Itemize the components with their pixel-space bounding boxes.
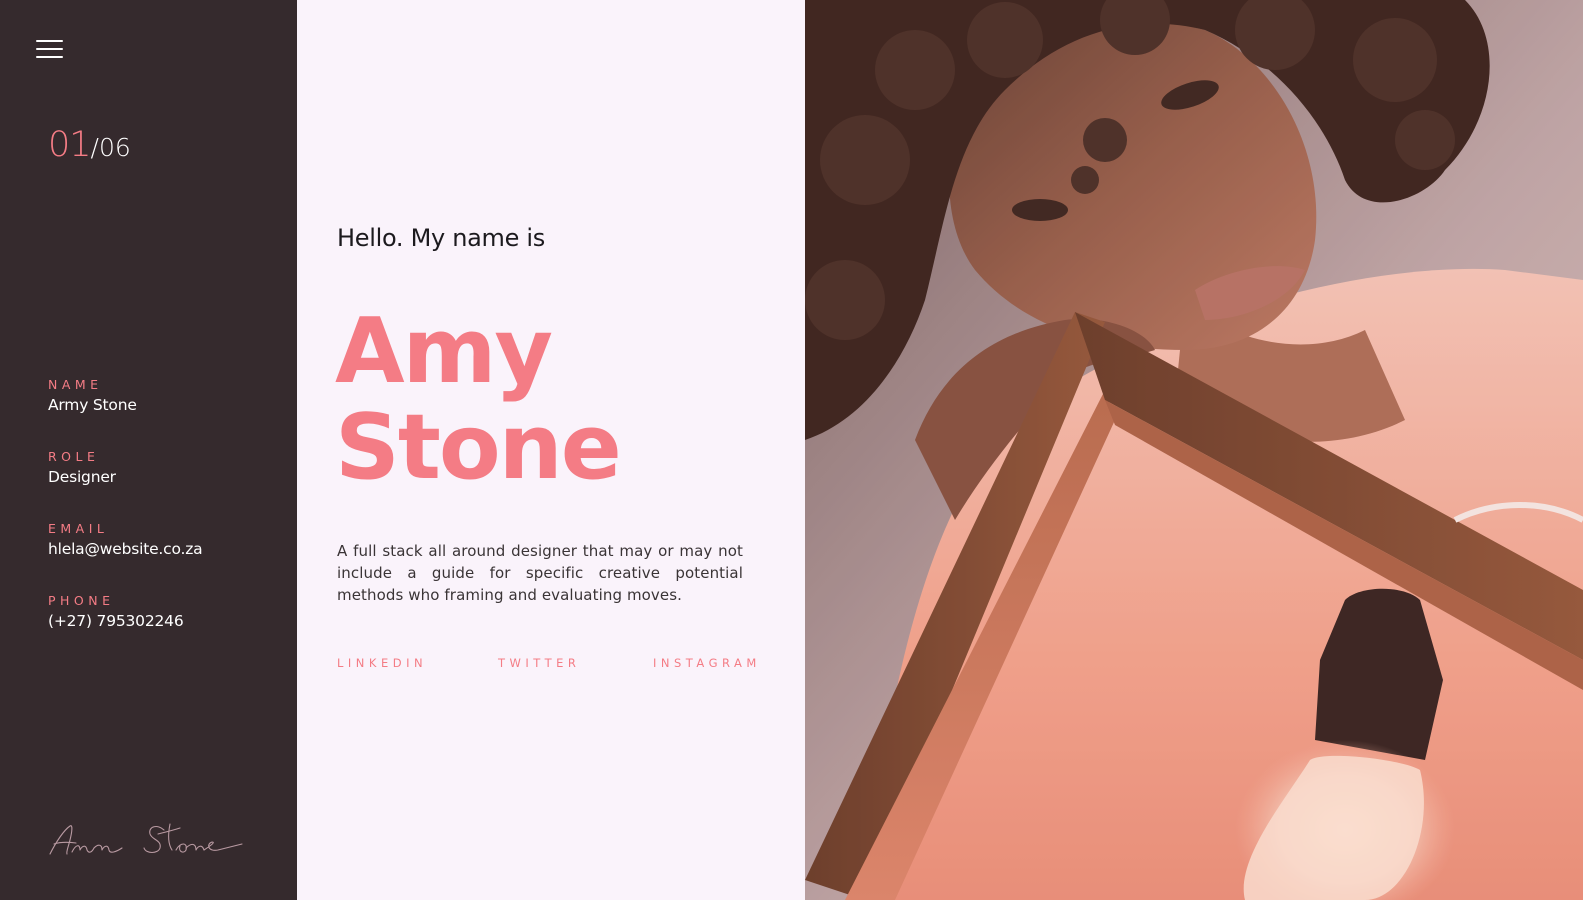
social-link-twitter[interactable]: TWITTER bbox=[498, 656, 580, 670]
info-value[interactable]: (+27) 795302246 bbox=[48, 612, 184, 630]
social-link-linkedin[interactable]: LINKEDIN bbox=[337, 656, 427, 670]
info-role: ROLE Designer bbox=[48, 449, 116, 486]
hero-first-name: Amy bbox=[335, 299, 553, 404]
slide-counter: 01/06 bbox=[48, 125, 131, 165]
signature-image bbox=[49, 823, 243, 855]
hamburger-menu-icon[interactable] bbox=[36, 40, 64, 60]
info-name: NAME Army Stone bbox=[48, 377, 137, 414]
info-label: ROLE bbox=[48, 449, 100, 464]
info-value: Army Stone bbox=[48, 396, 137, 414]
portrait-photo bbox=[805, 0, 1583, 900]
hero-last-name: Stone bbox=[335, 395, 622, 500]
hero-name: Amy Stone bbox=[335, 299, 622, 500]
info-phone: PHONE (+27) 795302246 bbox=[48, 593, 184, 630]
sidebar: 01/06 NAME Army Stone ROLE Designer EMAI… bbox=[0, 0, 297, 900]
info-label: EMAIL bbox=[48, 521, 109, 536]
intro-panel: Hello. My name is Amy Stone A full stack… bbox=[297, 0, 805, 900]
info-value[interactable]: hlela@website.co.za bbox=[48, 540, 203, 558]
info-email: EMAIL hlela@website.co.za bbox=[48, 521, 203, 558]
info-label: NAME bbox=[48, 377, 103, 392]
portrait-photo-image bbox=[805, 0, 1583, 900]
social-link-instagram[interactable]: INSTAGRAM bbox=[653, 656, 761, 670]
info-value: Designer bbox=[48, 468, 116, 486]
greeting-text: Hello. My name is bbox=[337, 224, 545, 252]
info-label: PHONE bbox=[48, 593, 115, 608]
slide-counter-total: 06 bbox=[98, 133, 131, 162]
slide-counter-current: 01 bbox=[48, 125, 92, 165]
slide-counter-separator: / bbox=[90, 133, 99, 162]
bio-text: A full stack all around designer that ma… bbox=[337, 542, 743, 604]
